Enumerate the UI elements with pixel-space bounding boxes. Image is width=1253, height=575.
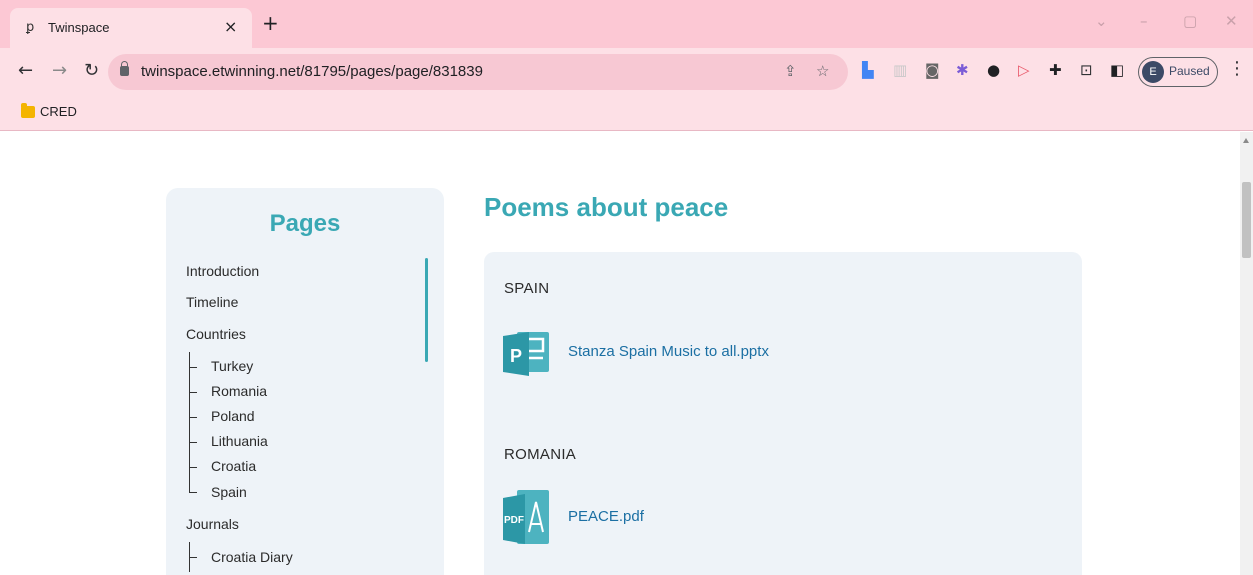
back-button[interactable]: ← [18, 62, 33, 80]
kebab-menu-icon[interactable]: ⋮ [1228, 60, 1246, 78]
camera-icon[interactable]: ◙ [925, 62, 940, 78]
tab-strip: ꝑ Twinspace × + ⌄ – ▢ ✕ [0, 0, 1253, 48]
new-tab-button[interactable]: + [262, 13, 279, 33]
profile-button[interactable]: E Paused [1138, 57, 1218, 87]
forward-button[interactable]: → [52, 62, 67, 80]
sidebar-item-timeline[interactable]: Timeline [186, 294, 238, 310]
lock-icon [120, 61, 129, 76]
svg-text:P: P [510, 346, 522, 366]
tree-branch [189, 392, 197, 393]
tree-branch [189, 492, 197, 493]
tab-title: Twinspace [48, 20, 110, 35]
page-scrollbar[interactable] [1240, 132, 1253, 575]
file-link-romania[interactable]: PEACE.pdf [568, 508, 644, 525]
sidebar-item-poland[interactable]: Poland [211, 408, 255, 424]
bookmark-label: CRED [40, 104, 77, 119]
sidebar-item-introduction[interactable]: Introduction [186, 263, 259, 279]
share-icon[interactable]: ⇪ [784, 62, 797, 80]
sidebar-item-spain[interactable]: Spain [211, 484, 247, 500]
sidebar-title: Pages [269, 210, 341, 237]
sidebar-item-lithuania[interactable]: Lithuania [211, 433, 268, 449]
gear-flower-icon[interactable]: ✱ [956, 62, 969, 78]
minimize-icon[interactable]: – [1140, 12, 1148, 30]
sidebar-item-croatia[interactable]: Croatia [211, 458, 256, 474]
tree-branch [189, 557, 197, 558]
sidebar-item-journals[interactable]: Journals [186, 516, 239, 532]
close-tab-icon[interactable]: × [224, 17, 237, 36]
svg-text:PDF: PDF [504, 515, 524, 526]
tree-branch [189, 367, 197, 368]
browser-tab[interactable]: ꝑ Twinspace × [10, 8, 252, 48]
pages-sidebar: Pages Introduction Timeline Countries Tu… [166, 188, 444, 575]
puzzle-icon[interactable]: ✚ [1049, 62, 1062, 78]
sidebar-item-countries[interactable]: Countries [186, 326, 246, 342]
section-heading-spain: SPAIN [504, 280, 550, 297]
url-text[interactable]: twinspace.etwinning.net/81795/pages/page… [141, 63, 483, 80]
browser-toolbar: ← → ↻ twinspace.etwinning.net/81795/page… [0, 48, 1253, 96]
pdf-icon[interactable]: PDF [503, 488, 551, 551]
close-window-icon[interactable]: ✕ [1225, 12, 1238, 30]
sidebar-item-turkey[interactable]: Turkey [211, 358, 253, 374]
file-link-spain[interactable]: Stanza Spain Music to all.pptx [568, 343, 769, 360]
twinspace-favicon-icon: ꝑ [26, 20, 35, 35]
translate-icon[interactable]: ▙ [862, 62, 874, 78]
star-icon[interactable]: ☆ [816, 62, 829, 80]
scroll-up-arrow-icon[interactable] [1243, 138, 1249, 143]
play-icon[interactable]: ▷ [1018, 62, 1030, 78]
section-heading-romania: ROMANIA [504, 446, 577, 463]
sidebar-scroll-indicator[interactable] [425, 258, 428, 362]
folder-icon [21, 103, 35, 118]
sidebar-item-romania[interactable]: Romania [211, 383, 267, 399]
tree-branch [189, 442, 197, 443]
scroll-thumb[interactable] [1242, 182, 1251, 258]
chat-icon[interactable]: ● [987, 62, 1000, 78]
files-card: SPAIN P Stanza Spain Music to all.pptx R… [484, 252, 1082, 575]
tree-branch [189, 417, 197, 418]
address-bar[interactable]: twinspace.etwinning.net/81795/pages/page… [108, 54, 848, 90]
restore-icon[interactable]: ▢ [1183, 12, 1197, 30]
tab-search-chevron-icon[interactable]: ⌄ [1095, 12, 1108, 30]
avatar: E [1142, 61, 1164, 83]
page-title: Poems about peace [484, 192, 729, 222]
cast-icon[interactable]: ⊡ [1080, 62, 1093, 78]
bookmarks-bar: CRED [0, 96, 1253, 131]
reload-button[interactable]: ↻ [84, 62, 99, 80]
tree-branch [189, 467, 197, 468]
reader-icon[interactable]: ▥ [893, 62, 907, 78]
sidepanel-icon[interactable]: ◧ [1110, 62, 1124, 78]
pptx-icon[interactable]: P [503, 330, 551, 381]
sidebar-item-croatia-diary[interactable]: Croatia Diary [211, 549, 293, 565]
tree-line [189, 352, 190, 493]
profile-status: Paused [1169, 64, 1210, 78]
